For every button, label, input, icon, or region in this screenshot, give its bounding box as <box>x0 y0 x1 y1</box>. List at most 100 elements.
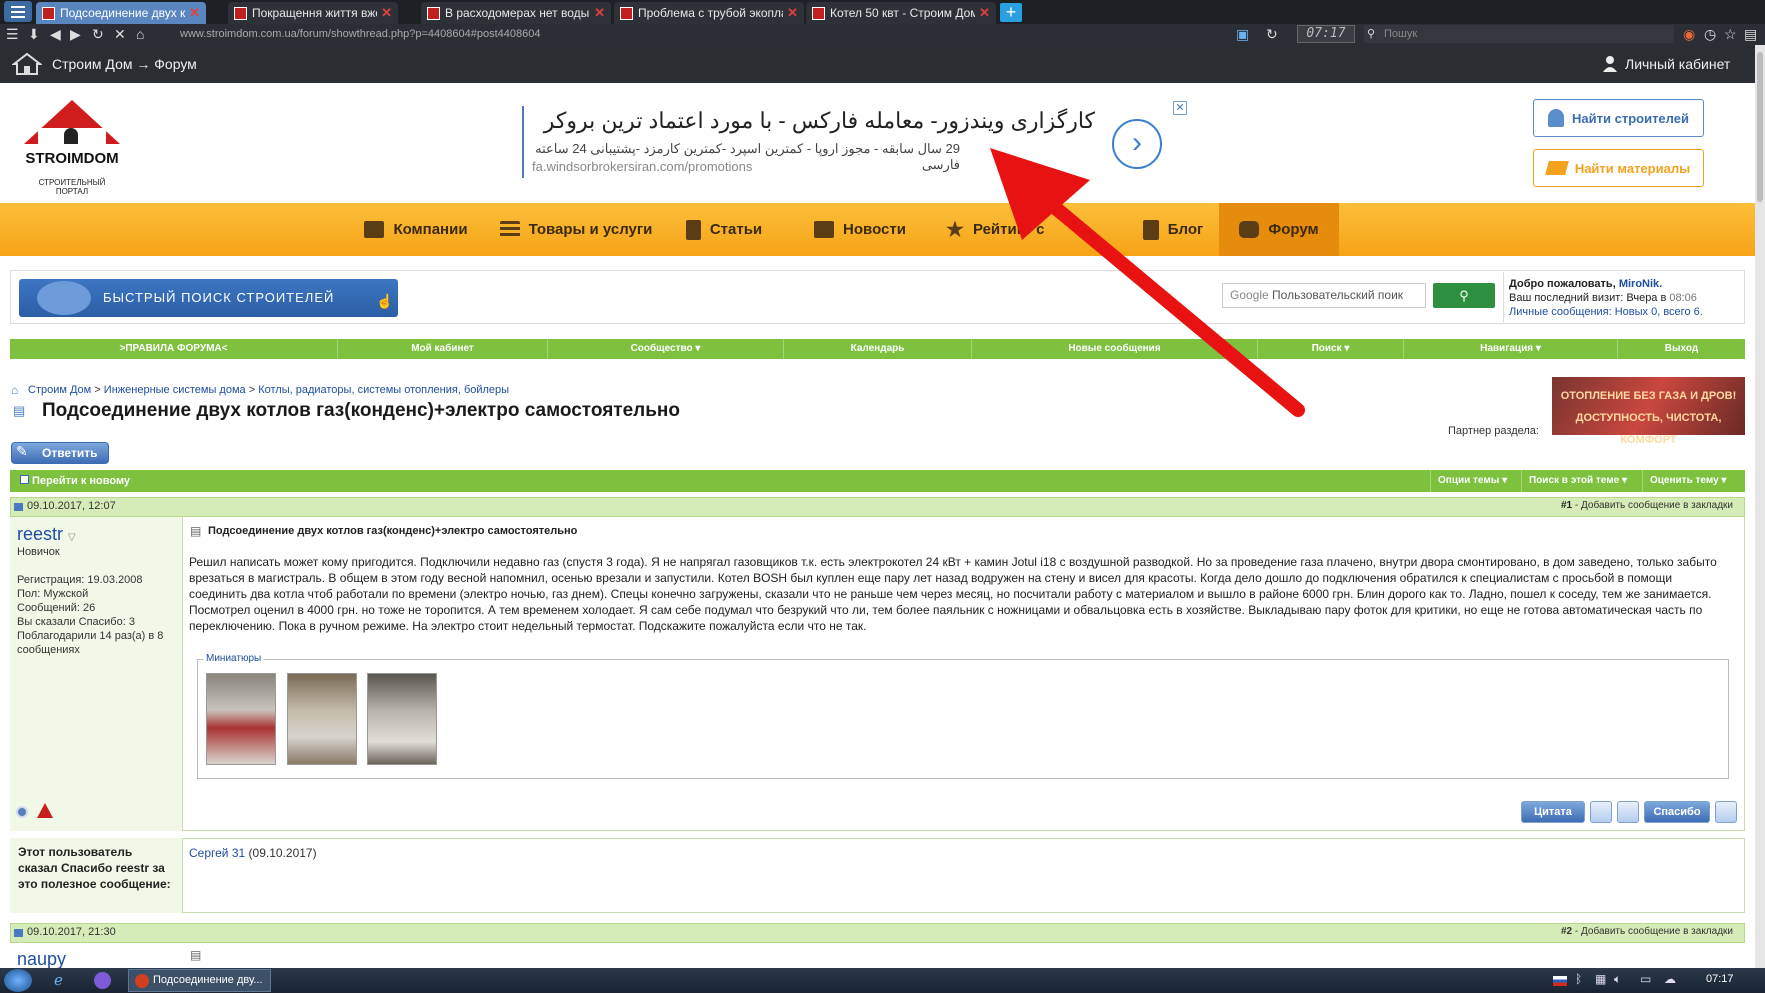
ie-icon[interactable]: ℯ <box>54 971 63 989</box>
nav-articles[interactable]: Статьи <box>666 203 782 256</box>
partner-banner[interactable]: ОТОПЛЕНИЕ БЕЗ ГАЗА И ДРОВ! ДОСТУПНОСТЬ, … <box>1552 377 1745 446</box>
taskbar-window[interactable]: Подсоединение дву... <box>128 969 271 992</box>
cloud-icon[interactable]: ☁ <box>1664 972 1676 986</box>
forum-rules-link[interactable]: >ПРАВИЛА ФОРУМА< <box>10 339 338 359</box>
edit-icon[interactable] <box>1617 801 1639 823</box>
thumbnail-image[interactable] <box>287 673 357 765</box>
browser-search-input[interactable]: Пошук <box>1364 25 1674 43</box>
start-button[interactable] <box>4 969 32 992</box>
history-icon[interactable]: ◷ <box>1704 24 1716 45</box>
menu-icon[interactable]: ☰ <box>6 24 19 45</box>
bookmark-link[interactable]: - Добавить сообщение в закладки <box>1575 500 1733 511</box>
private-messages-link[interactable]: Личные сообщения: Новых 0, всего 6. <box>1509 305 1703 319</box>
tab-close-icon[interactable]: ✕ <box>787 5 798 21</box>
bookmark-star-icon[interactable]: ☆ <box>1724 24 1737 45</box>
google-search-input[interactable]: Google Пользовательский поик <box>1222 283 1426 308</box>
logout-link[interactable]: Выход <box>1618 339 1745 359</box>
nav-rating[interactable]: ★ Рейтинг с <box>946 203 1066 256</box>
multiquote-icon[interactable] <box>1590 801 1612 823</box>
nav-forum[interactable]: Форум <box>1219 203 1339 256</box>
bookmark-link[interactable]: - Добавить сообщение в закладки <box>1575 926 1733 937</box>
thumbnail-image[interactable] <box>367 673 437 765</box>
post-author[interactable]: naupy <box>17 949 66 970</box>
ad-chevron-right-icon[interactable]: › <box>1112 119 1162 169</box>
search-menu[interactable]: Поиск ▾ <box>1258 339 1404 359</box>
sidebar-icon[interactable]: ▤ <box>1744 24 1757 45</box>
forward-icon[interactable]: ▶ <box>70 24 81 45</box>
scrollbar-thumb[interactable] <box>1757 52 1763 202</box>
network-icon[interactable]: ▦ <box>1595 972 1606 986</box>
post-number[interactable]: #1 - Добавить сообщение в закладки <box>1561 500 1733 511</box>
post-date: 09.10.2017, 21:30 <box>27 926 116 938</box>
rate-thread-menu[interactable]: Оценить тему ▾ <box>1642 470 1745 492</box>
display-icon[interactable]: ▭ <box>1640 972 1651 986</box>
browser-tab[interactable]: Проблема с трубой экоплас ✕ <box>614 2 804 24</box>
scroll-top-icon[interactable] <box>1715 801 1737 823</box>
nav-blog[interactable]: Блог <box>1128 203 1218 256</box>
my-cabinet-link[interactable]: Мой кабинет <box>338 339 548 359</box>
browser-tab[interactable]: Подсоединение двух котл ✕ <box>36 2 206 24</box>
tab-close-icon[interactable]: ✕ <box>594 5 605 21</box>
volume-icon[interactable]: 🔈︎ <box>1614 972 1621 987</box>
new-tab-button[interactable]: + <box>1000 3 1022 22</box>
community-menu[interactable]: Сообщество ▾ <box>548 339 784 359</box>
browser-menu-button[interactable] <box>4 1 32 22</box>
post-number[interactable]: #2 - Добавить сообщение в закладки <box>1561 926 1733 937</box>
ad-close-icon[interactable]: ✕ <box>1173 101 1187 115</box>
thumbnail-image[interactable] <box>206 673 276 765</box>
new-posts-link[interactable]: Новые сообщения <box>972 339 1258 359</box>
stop-icon[interactable]: ✕ <box>114 24 126 45</box>
personal-cabinet-link[interactable]: Личный кабинет <box>1625 56 1730 72</box>
home-icon[interactable]: ⌂ <box>136 24 144 45</box>
find-materials-button[interactable]: Найти материалы <box>1533 149 1704 187</box>
nav-news[interactable]: Новости <box>800 203 920 256</box>
site-favicon-icon <box>427 6 440 20</box>
tab-close-icon[interactable]: ✕ <box>979 5 990 21</box>
breadcrumb-item[interactable]: Инженерные системы дома <box>104 384 246 396</box>
browser-tab[interactable]: В расходомерах нет воды, но ✕ <box>421 2 611 24</box>
report-warning-icon[interactable] <box>37 803 53 818</box>
browser-icon <box>135 974 149 988</box>
download-icon[interactable]: ⬇ <box>28 24 40 45</box>
username-link[interactable]: MiroNik. <box>1619 278 1662 290</box>
thread-options-menu[interactable]: Опции темы ▾ <box>1430 470 1521 492</box>
browser-tab[interactable]: Покращення життя вже сьог ✕ <box>228 2 398 24</box>
refresh-icon[interactable]: ↻ <box>1266 24 1278 45</box>
home-logo-icon[interactable] <box>12 52 42 76</box>
find-builders-button[interactable]: Найти строителей <box>1533 99 1704 137</box>
site-logo[interactable]: STROIMDOM <box>22 150 122 167</box>
calendar-link[interactable]: Календарь <box>784 339 972 359</box>
nav-goods-services[interactable]: Товары и услуги <box>486 203 666 256</box>
reload-icon[interactable]: ↻ <box>92 24 104 45</box>
navigation-menu[interactable]: Навигация ▾ <box>1404 339 1618 359</box>
language-flag-icon[interactable] <box>1553 976 1567 986</box>
breadcrumb-home-icon[interactable]: ⌂ <box>11 383 18 397</box>
breadcrumb-sep: > <box>248 384 256 396</box>
url-field[interactable]: www.stroimdom.com.ua/forum/showthread.ph… <box>160 26 1230 43</box>
site-brand-link[interactable]: Строим Дом → Форум <box>52 56 197 72</box>
extension-icon[interactable]: ◉ <box>1683 24 1695 45</box>
tab-close-icon[interactable]: ✕ <box>381 5 392 21</box>
goto-new-link[interactable]: Перейти к новому <box>20 470 130 492</box>
ad-url[interactable]: fa.windsorbrokersiran.com/promotions <box>532 159 752 174</box>
nav-companies[interactable]: Компании <box>346 203 486 256</box>
breadcrumb-item[interactable]: Строим Дом <box>28 384 91 396</box>
tab-close-icon[interactable]: ✕ <box>189 5 200 21</box>
bluetooth-icon[interactable]: ᛒ <box>1575 972 1582 986</box>
briefcase-icon <box>364 221 385 238</box>
browser-tab[interactable]: Котел 50 квт - Строим Дом ✕ <box>806 2 996 24</box>
back-icon[interactable]: ◀ <box>50 24 61 45</box>
reader-icon[interactable]: ▣ <box>1236 24 1249 45</box>
viber-icon[interactable] <box>94 972 111 989</box>
google-search-button[interactable]: ⚲ <box>1433 283 1495 308</box>
site-favicon-icon <box>42 6 55 20</box>
post-author[interactable]: reestr ▽ <box>17 524 76 545</box>
thanks-user-link[interactable]: Сергей 31 <box>189 846 245 860</box>
quote-button[interactable]: Цитата <box>1521 801 1585 823</box>
thanks-button[interactable]: Спасибо <box>1644 801 1710 823</box>
breadcrumb-item[interactable]: Котлы, радиаторы, системы отопления, бой… <box>258 384 509 396</box>
author-name[interactable]: reestr <box>17 524 63 544</box>
search-in-thread-menu[interactable]: Поиск в этой теме ▾ <box>1521 470 1642 492</box>
ad-title[interactable]: کارگزاری ویندزور- معامله فارکس - با مورد… <box>530 108 1095 134</box>
chevron-down-icon[interactable]: ▽ <box>68 532 76 543</box>
